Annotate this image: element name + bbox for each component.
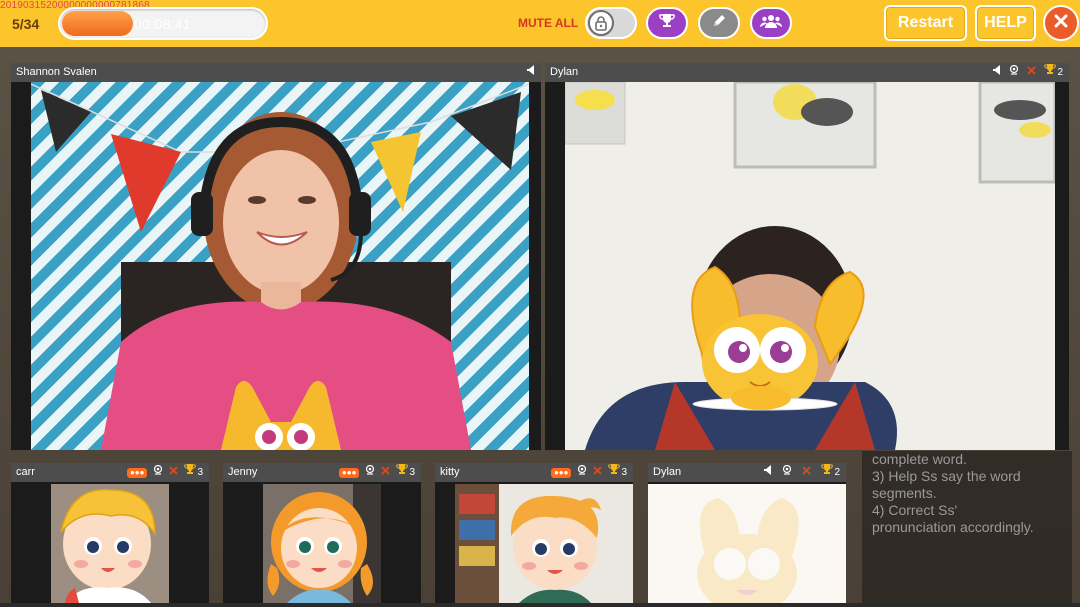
tile-header: carr ●●● 3 xyxy=(11,463,209,482)
trophy-icon xyxy=(658,13,676,34)
notes-line: 3) Help Ss say the word xyxy=(872,468,1021,484)
tile-header: Shannon Svalen xyxy=(11,63,541,82)
camera-off-icon: ●●● xyxy=(338,467,360,478)
student-tile-kitty[interactable]: kitty ●●● 3 xyxy=(435,463,633,603)
pencil-icon xyxy=(711,13,727,34)
trophy-icon xyxy=(184,463,197,482)
speaker-icon[interactable] xyxy=(527,63,535,82)
teacher-video-tile: Shannon Svalen xyxy=(11,63,541,450)
mic-icon[interactable] xyxy=(782,463,792,482)
draw-button[interactable] xyxy=(698,7,740,39)
help-button[interactable]: HELP xyxy=(975,5,1036,41)
trophy-count: 3 xyxy=(197,467,203,478)
notes-line: segments. xyxy=(872,485,937,501)
student-placeholder-bunny xyxy=(648,484,846,603)
mic-icon[interactable] xyxy=(1009,63,1019,82)
group-button[interactable] xyxy=(750,7,792,39)
close-icon xyxy=(1053,13,1069,34)
notes-line: 4) Correct Ss' xyxy=(872,502,958,518)
timer-text: 00:08:41 xyxy=(134,16,191,32)
lock-icon xyxy=(588,10,614,36)
participant-name: Shannon Svalen xyxy=(16,66,97,78)
student-video xyxy=(565,82,1055,450)
student-video-tile-main: Dylan 2 xyxy=(545,63,1069,450)
restart-button[interactable]: Restart xyxy=(884,5,967,41)
bottom-strip xyxy=(0,603,1080,607)
camera-off-icon: ●●● xyxy=(126,467,148,478)
tile-header: Dylan 2 xyxy=(545,63,1069,82)
notes-line: complete word. xyxy=(872,451,967,467)
remove-icon[interactable] xyxy=(1027,63,1037,82)
mute-all-label: MUTE ALL xyxy=(518,16,579,30)
participant-name: kitty xyxy=(440,466,460,478)
speaker-icon[interactable] xyxy=(764,463,772,482)
mute-all-toggle[interactable] xyxy=(585,7,637,39)
student-tile-jenny[interactable]: Jenny ●●● 3 xyxy=(223,463,421,603)
participant-name: carr xyxy=(16,466,35,478)
remove-icon[interactable] xyxy=(381,463,391,482)
mic-icon[interactable] xyxy=(365,463,375,482)
trophy-icon xyxy=(821,463,834,482)
remove-icon[interactable] xyxy=(169,463,179,482)
timer-progress-fill xyxy=(62,11,133,36)
page-counter: 5/34 xyxy=(12,16,40,32)
participant-name: Dylan xyxy=(550,66,579,78)
trophy-count: 3 xyxy=(409,467,415,478)
tile-header: Jenny ●●● 3 xyxy=(223,463,421,482)
close-button[interactable] xyxy=(1043,5,1079,41)
mic-icon[interactable] xyxy=(153,463,163,482)
teacher-video xyxy=(31,82,529,450)
student-tile-carr[interactable]: carr ●●● 3 xyxy=(11,463,209,603)
tile-header: kitty ●●● 3 xyxy=(435,463,633,482)
participant-name: Jenny xyxy=(228,466,258,478)
award-button[interactable] xyxy=(646,7,688,39)
lesson-notes-panel: complete word. 3) Help Ss say the word s… xyxy=(862,451,1072,603)
student-tile-dylan[interactable]: Dylan 2 xyxy=(648,463,846,603)
trophy-count: 3 xyxy=(621,467,627,478)
tile-header: Dylan 2 xyxy=(648,463,846,482)
trophy-count: 2 xyxy=(834,467,840,478)
camera-off-icon: ●●● xyxy=(550,467,572,478)
remove-icon[interactable] xyxy=(593,463,603,482)
student-avatar-boy xyxy=(51,484,169,603)
trophy-icon xyxy=(608,463,621,482)
classroom-stage: Shannon Svalen Dylan 2 carr ●●● 3 Jenny … xyxy=(0,47,1080,607)
student-avatar-boy-2 xyxy=(455,484,633,603)
student-avatar-girl xyxy=(263,484,381,603)
remove-icon[interactable] xyxy=(802,463,812,482)
class-timer: 00:08:41 xyxy=(58,7,268,40)
trophy-icon xyxy=(1044,63,1057,82)
speaker-icon[interactable] xyxy=(993,63,1001,82)
top-toolbar: 20190315200000000000781868 5/34 00:08:41… xyxy=(0,0,1080,47)
group-icon xyxy=(760,13,782,34)
participant-name: Dylan xyxy=(653,466,682,478)
notes-line: pronunciation accordingly. xyxy=(872,519,1034,535)
mic-icon[interactable] xyxy=(577,463,587,482)
trophy-count: 2 xyxy=(1057,67,1063,78)
trophy-icon xyxy=(396,463,409,482)
